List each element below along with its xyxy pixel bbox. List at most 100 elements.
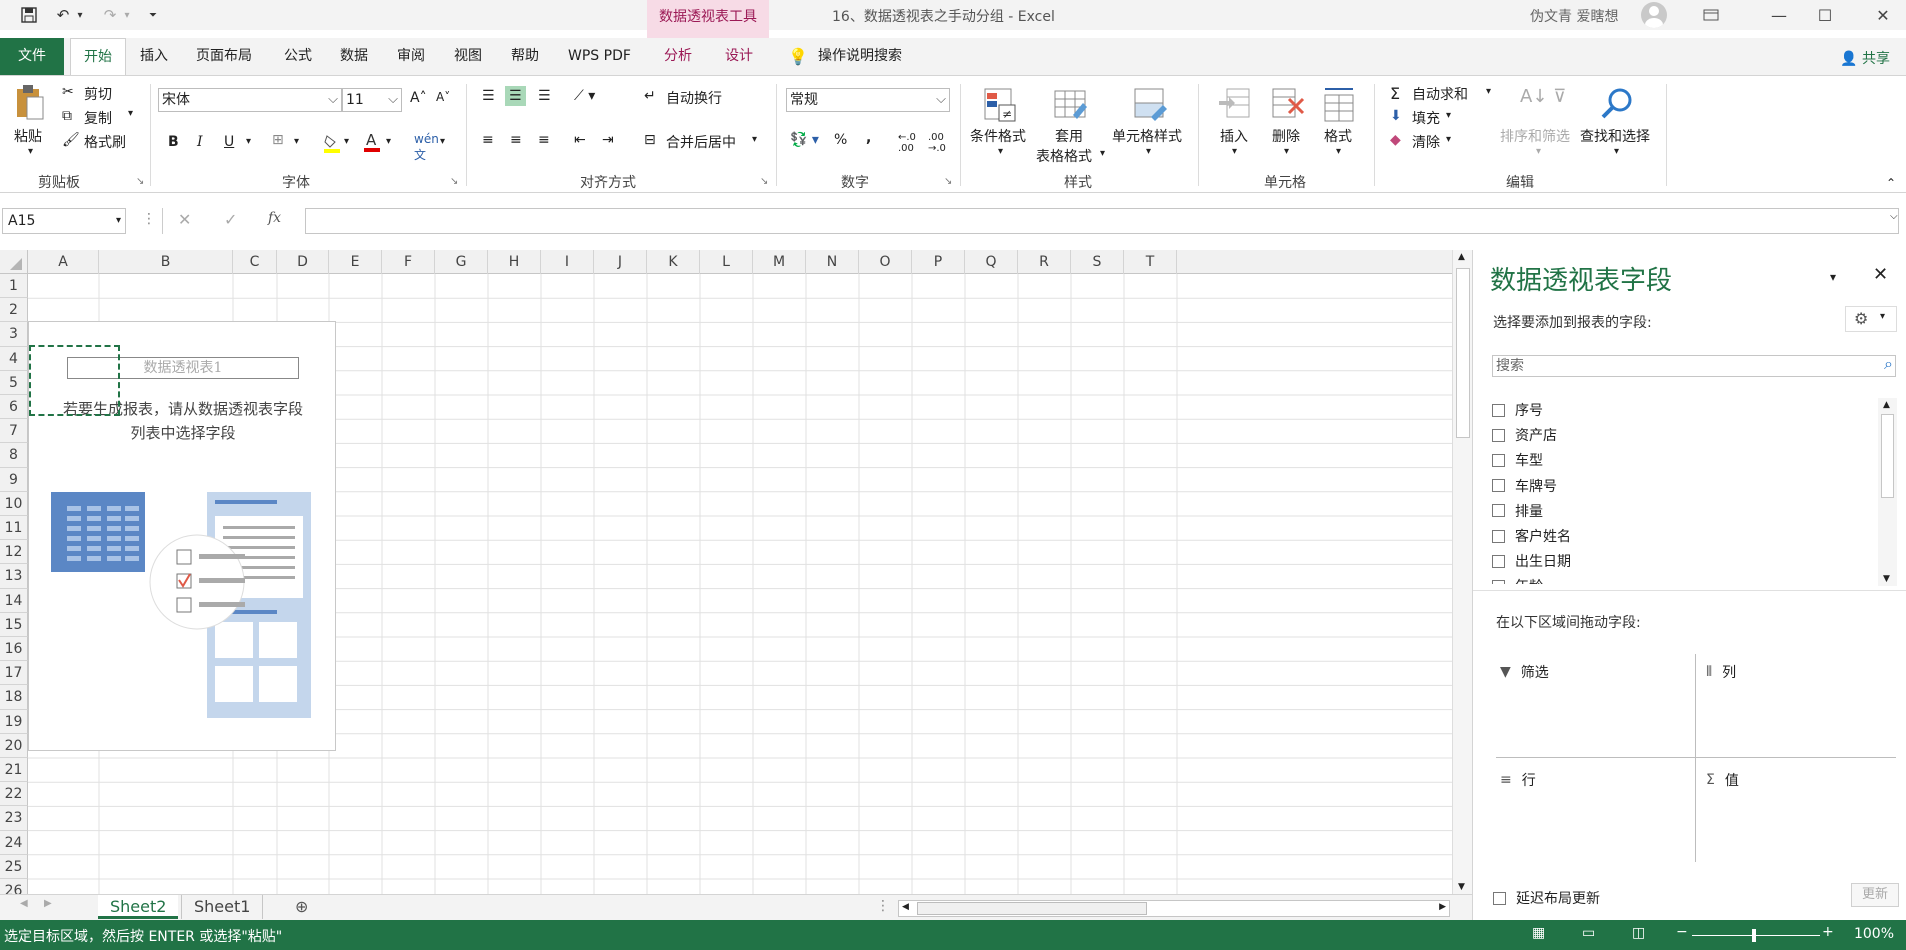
comma-style-icon[interactable]: , [866, 130, 871, 146]
scroll-down-icon[interactable]: ▼ [1458, 882, 1465, 892]
tab-review[interactable]: 审阅 [397, 38, 425, 75]
select-all-corner[interactable] [0, 250, 28, 274]
column-header-p[interactable]: P [912, 250, 965, 274]
checkbox-icon[interactable] [1492, 579, 1505, 584]
phonetic-dropdown-icon[interactable]: ▾ [440, 136, 445, 147]
find-select-button[interactable]: 查找和选择 [1580, 126, 1650, 146]
vertical-scrollbar[interactable]: ▲ ▼ [1452, 250, 1472, 894]
field-item[interactable]: 车牌号 [1492, 476, 1557, 496]
cancel-icon[interactable]: ✕ [178, 210, 191, 229]
zoom-slider-thumb[interactable] [1752, 929, 1756, 942]
ribbon-display-icon[interactable] [1688, 0, 1734, 30]
row-header-16[interactable]: 16 [0, 637, 28, 662]
delete-cells-button[interactable]: 删除 [1272, 126, 1300, 146]
column-header-e[interactable]: E [329, 250, 382, 274]
column-header-r[interactable]: R [1018, 250, 1071, 274]
row-header-12[interactable]: 12 [0, 540, 28, 565]
decrease-indent-icon[interactable]: ⇤ [574, 132, 586, 148]
percent-icon[interactable]: % [834, 132, 847, 148]
row-header-13[interactable]: 13 [0, 564, 28, 589]
name-box[interactable]: A15 ▾ [2, 208, 126, 234]
field-list-scrollbar[interactable]: ▲ ▼ [1878, 398, 1897, 586]
close-icon[interactable]: ✕ [1860, 0, 1906, 30]
format-dropdown-icon[interactable]: ▾ [1336, 146, 1341, 157]
row-header-10[interactable]: 10 [0, 491, 28, 516]
undo-icon[interactable]: ↶ [52, 5, 74, 25]
field-scroll-thumb[interactable] [1881, 414, 1894, 498]
accounting-format-icon[interactable]: 💱 ▾ [790, 132, 819, 148]
row-header-22[interactable]: 22 [0, 782, 28, 807]
merge-center-button[interactable]: 合并后居中 [666, 132, 736, 152]
column-header-t[interactable]: T [1124, 250, 1177, 274]
tab-data[interactable]: 数据 [340, 38, 368, 75]
zoom-slider-track[interactable] [1692, 935, 1820, 936]
fill-color-dropdown-icon[interactable]: ▾ [344, 136, 349, 147]
vertical-scroll-thumb[interactable] [1456, 268, 1470, 438]
tab-view[interactable]: 视图 [454, 38, 482, 75]
field-item[interactable]: 客户姓名 [1492, 526, 1571, 546]
row-header-17[interactable]: 17 [0, 661, 28, 686]
tab-home[interactable]: 开始 [70, 38, 126, 76]
column-header-n[interactable]: N [806, 250, 859, 274]
copy-dropdown-icon[interactable]: ▾ [128, 108, 133, 119]
cut-button[interactable]: 剪切 [84, 84, 112, 104]
insert-dropdown-icon[interactable]: ▾ [1232, 146, 1237, 157]
insert-function-icon[interactable]: fx [268, 210, 281, 226]
conditional-format-dropdown-icon[interactable]: ▾ [998, 146, 1003, 157]
autosum-button[interactable]: 自动求和 [1412, 84, 1468, 104]
maximize-icon[interactable]: ☐ [1802, 0, 1848, 30]
autosum-dropdown-icon[interactable]: ▾ [1486, 86, 1491, 97]
avatar[interactable] [1641, 2, 1667, 28]
customize-toolbar-icon[interactable]: ⏷ [146, 5, 160, 25]
splitter-handle-icon[interactable]: ⋮ [876, 898, 890, 914]
checkbox-icon[interactable] [1492, 529, 1505, 543]
bold-icon[interactable]: B [168, 134, 179, 150]
save-icon[interactable] [18, 5, 40, 25]
column-header-s[interactable]: S [1071, 250, 1124, 274]
column-header-c[interactable]: C [233, 250, 277, 274]
tell-me-search[interactable]: 操作说明搜索 [818, 38, 902, 75]
field-item[interactable]: 排量 [1492, 501, 1543, 521]
font-launcher-icon[interactable]: ↘ [450, 176, 458, 187]
columns-area[interactable]: ⦀ 列 [1696, 654, 1896, 758]
close-pane-icon[interactable]: ✕ [1873, 264, 1888, 285]
row-header-5[interactable]: 5 [0, 370, 28, 395]
filter-area[interactable]: ▼ 筛选 [1496, 654, 1696, 758]
more-icon[interactable]: ⋮ [142, 211, 156, 227]
column-header-l[interactable]: L [700, 250, 753, 274]
scroll-up-icon[interactable]: ▲ [1883, 400, 1890, 410]
paste-icon[interactable] [12, 82, 48, 122]
page-layout-view-icon[interactable]: ▭ [1582, 925, 1595, 941]
field-item[interactable]: 资产店 [1492, 425, 1557, 445]
decrease-decimal-icon[interactable]: .00 →.0 [928, 132, 946, 154]
italic-icon[interactable]: I [197, 134, 203, 150]
format-painter-button[interactable]: 格式刷 [84, 132, 126, 152]
row-header-19[interactable]: 19 [0, 709, 28, 734]
orientation-icon[interactable]: ⟋ ▾ [574, 88, 595, 104]
rows-area[interactable]: ≡ 行 [1496, 758, 1696, 862]
column-header-q[interactable]: Q [965, 250, 1018, 274]
horizontal-scroll-thumb[interactable] [917, 902, 1147, 915]
fill-button[interactable]: 填充 [1412, 108, 1440, 128]
tab-help[interactable]: 帮助 [511, 38, 539, 75]
name-box-dropdown-icon[interactable]: ▾ [116, 209, 121, 233]
sheet-tab-sheet2[interactable]: Sheet2 [98, 895, 179, 919]
checkbox-icon[interactable] [1492, 554, 1505, 568]
table-format-dropdown-icon[interactable]: ▾ [1100, 148, 1105, 159]
values-area[interactable]: Σ 值 [1696, 758, 1896, 862]
delete-dropdown-icon[interactable]: ▾ [1284, 146, 1289, 157]
borders-icon[interactable]: ⊞ [272, 132, 284, 148]
zoom-level[interactable]: 100% [1854, 926, 1894, 942]
row-header-20[interactable]: 20 [0, 733, 28, 758]
tab-formulas[interactable]: 公式 [284, 38, 312, 75]
align-top-icon[interactable]: ☰ [482, 88, 495, 104]
align-center-icon[interactable]: ≡ [510, 132, 522, 148]
zoom-in-icon[interactable]: + [1822, 924, 1834, 940]
field-item[interactable]: 序号 [1492, 400, 1543, 420]
copy-button[interactable]: 复制 [84, 108, 112, 128]
column-header-b[interactable]: B [99, 250, 233, 274]
prev-sheet-icon[interactable]: ◀ [20, 898, 28, 909]
scroll-down-icon[interactable]: ▼ [1883, 574, 1890, 584]
row-header-8[interactable]: 8 [0, 443, 28, 468]
number-format-combo[interactable]: 常规 ⌵ [786, 88, 950, 112]
